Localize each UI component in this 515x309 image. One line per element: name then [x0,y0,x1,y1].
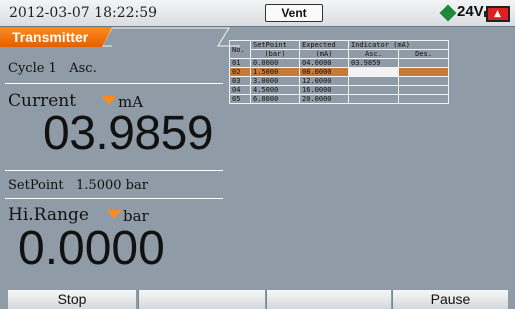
cell-des [398,67,449,77]
datetime: 2012-03-07 18:22:59 [9,5,158,21]
divider [5,170,223,171]
cell-asc [348,76,399,86]
cell-setpoint: 6.0000 [250,94,300,104]
softkey-2-button[interactable] [138,290,265,309]
table-row[interactable]: 01 0.0000 04.0000 03.9859 [229,58,449,68]
header-setpoint-unit: (bar) [250,49,300,59]
cycle-indicator: Cycle 1 Asc. [8,61,97,76]
divider [5,83,223,84]
cell-no: 04 [229,85,251,95]
cell-setpoint: 0.0000 [250,58,300,68]
header-expected: Expected [299,40,349,50]
table-row[interactable]: 04 4.5000 16.0000 [229,85,449,95]
table-row-selected[interactable]: 02 1.5000 08.0000 [229,67,449,77]
header-setpoint: SetPoint [250,40,300,50]
table-row[interactable]: 03 3.0000 12.0000 [229,76,449,86]
vent-mode-indicator: Vent [265,4,323,22]
cell-no: 05 [229,94,251,104]
setpoint-readout: SetPoint 1.5000 bar [8,178,148,193]
softkey-3-button[interactable] [266,290,391,309]
header-des: Des. [398,49,449,59]
cell-asc [348,85,399,95]
cell-asc [348,94,399,104]
cell-expected: 08.0000 [299,67,349,77]
cell-setpoint: 1.5000 [250,67,300,77]
range-unit-dropdown-icon[interactable] [107,210,121,219]
calibration-table: No. SetPoint Expected Indicator (mA) (ba… [229,40,449,104]
tab-transmitter[interactable]: Transmitter [0,28,112,47]
cycle-direction: Asc. [69,61,97,76]
supply-voltage: 24V [457,3,484,20]
cell-des [398,76,449,86]
cell-setpoint: 4.5000 [250,85,300,95]
cell-expected: 20.0000 [299,94,349,104]
cell-des [398,58,449,68]
table-row[interactable]: 05 6.0000 20.0000 [229,94,449,104]
cell-expected: 12.0000 [299,76,349,86]
cell-expected: 04.0000 [299,58,349,68]
cell-no: 01 [229,58,251,68]
divider [5,198,223,199]
cell-des [398,94,449,104]
cycle-text: Cycle 1 [8,61,57,76]
header-expected-unit: (mA) [299,49,349,59]
cell-setpoint: 3.0000 [250,76,300,86]
stop-button[interactable]: Stop [8,290,136,309]
cell-no: 02 [229,67,251,77]
range-reading: 0.0000 [18,222,165,275]
header-indicator: Indicator (mA) [348,40,449,50]
current-reading: 03.9859 [43,107,214,160]
cell-no: 03 [229,76,251,86]
setpoint-label: SetPoint [8,178,64,193]
setpoint-value: 1.5000 bar [76,178,148,193]
cell-des [398,85,449,95]
current-unit-dropdown-icon[interactable] [102,96,116,105]
header-no: No. [229,40,251,59]
cell-asc [348,67,399,77]
header-asc: Asc. [348,49,399,59]
pause-button[interactable]: Pause [392,290,508,309]
cell-asc: 03.9859 [348,58,399,68]
battery-low-icon: ▲ [484,6,510,22]
table-header-row: No. SetPoint Expected Indicator (mA) [229,40,449,59]
table-subheader-row: (bar) (mA) Asc. Des. [230,49,449,59]
cell-expected: 16.0000 [299,85,349,95]
